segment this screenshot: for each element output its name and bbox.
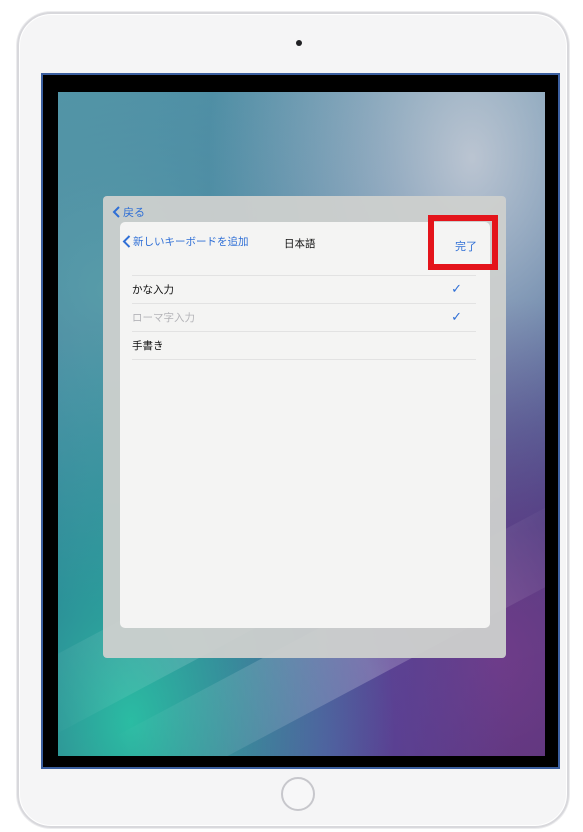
keyboard-option-label: 手書き [132,340,164,352]
front-camera [296,40,302,46]
keyboard-option-label: ローマ字入力 [132,312,195,324]
keyboard-option-label: かな入力 [132,284,174,296]
keyboard-option-handwriting[interactable]: 手書き [132,332,476,360]
chevron-left-icon [112,206,120,218]
keyboard-option-kana[interactable]: かな入力 ✓ [132,276,476,304]
settings-back-label: 戻る [123,206,145,219]
done-highlight-box [428,215,498,270]
chevron-left-icon [122,235,131,248]
home-button[interactable] [281,777,315,811]
modal-title: 日本語 [284,238,316,250]
add-new-keyboard-label: 新しいキーボードを追加 [133,236,249,248]
settings-back-link[interactable]: 戻る [112,204,145,220]
keyboard-option-romaji[interactable]: ローマ字入力 ✓ [132,304,476,332]
add-new-keyboard-back-button[interactable]: 新しいキーボードを追加 [122,234,249,249]
checkmark-icon: ✓ [451,282,462,297]
checkmark-icon: ✓ [451,310,462,325]
